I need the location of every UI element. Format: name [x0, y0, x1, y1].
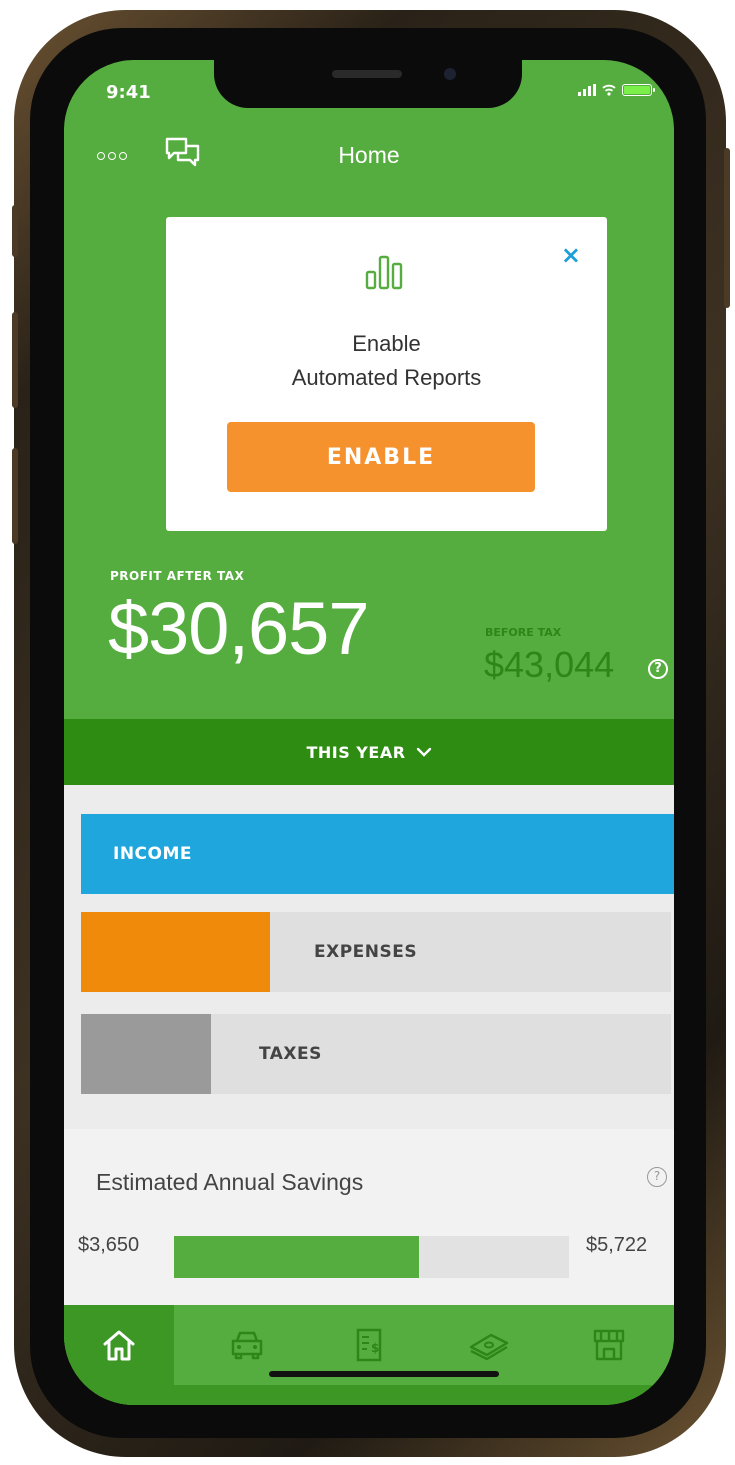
home-indicator[interactable]	[269, 1371, 499, 1377]
svg-text:$: $	[371, 1341, 379, 1355]
receipt-icon: $	[356, 1328, 382, 1362]
before-tax-value: $43,044	[484, 644, 615, 685]
volume-down-button	[12, 448, 18, 544]
money-icon	[469, 1333, 509, 1361]
expenses-bar-fill	[81, 912, 270, 992]
tab-home[interactable]	[64, 1305, 174, 1385]
bar-chart-icon	[365, 255, 403, 290]
tab-store[interactable]	[554, 1305, 664, 1385]
expenses-bar[interactable]: EXPENSES	[81, 912, 671, 992]
expenses-label: EXPENSES	[314, 942, 418, 962]
taxes-bar[interactable]: TAXES	[81, 1014, 671, 1094]
home-icon	[103, 1330, 135, 1361]
notch	[214, 60, 522, 108]
promo-title-line1: Enable	[352, 331, 421, 356]
period-label: THIS YEAR	[306, 742, 406, 762]
wifi-icon	[602, 84, 616, 96]
volume-up-button	[12, 312, 18, 408]
status-time: 9:41	[106, 82, 151, 103]
profit-after-tax-label: PROFIT AFTER TAX	[110, 569, 245, 583]
front-camera	[444, 68, 456, 80]
savings-title: Estimated Annual Savings	[96, 1169, 364, 1195]
savings-progress-fill	[174, 1236, 419, 1278]
enable-button[interactable]: ENABLE	[227, 422, 535, 492]
tab-bar-bottom-strip	[64, 1385, 674, 1405]
page-title: Home	[338, 142, 400, 168]
close-icon[interactable]: ×	[561, 241, 581, 269]
income-label: INCOME	[113, 844, 193, 864]
period-selector[interactable]: THIS YEAR	[64, 719, 674, 785]
power-button	[724, 148, 730, 308]
savings-min-value: $3,650	[78, 1234, 140, 1256]
promo-title-line2: Automated Reports	[291, 365, 482, 390]
income-bar[interactable]: INCOME	[81, 814, 674, 894]
chevron-down-icon	[416, 747, 431, 757]
estimated-savings-card: Estimated Annual Savings ? $3,650 $5,722	[64, 1129, 674, 1305]
status-indicators	[578, 84, 655, 96]
savings-progress-bar	[174, 1236, 569, 1278]
automated-reports-card: × Enable Automated Reports ENABLE	[166, 217, 607, 531]
help-icon[interactable]: ?	[647, 1167, 667, 1187]
car-icon	[231, 1331, 263, 1360]
before-tax-label: BEFORE TAX	[485, 626, 562, 639]
speaker-grille	[332, 70, 402, 78]
signal-icon	[578, 84, 596, 96]
mute-switch	[12, 205, 18, 257]
profit-after-tax-value: $30,657	[108, 587, 369, 670]
taxes-bar-fill	[81, 1014, 211, 1094]
taxes-label: TAXES	[259, 1044, 322, 1064]
storefront-icon	[593, 1329, 625, 1361]
bottom-tab-bar: $	[64, 1305, 674, 1405]
app-screen: 9:41 Home × Enable Automated Reports ENA…	[64, 60, 674, 1405]
help-icon[interactable]: ?	[648, 659, 668, 679]
savings-max-value: $5,722	[586, 1234, 648, 1256]
battery-icon	[622, 84, 655, 96]
promo-message: Enable Automated Reports	[166, 327, 607, 395]
